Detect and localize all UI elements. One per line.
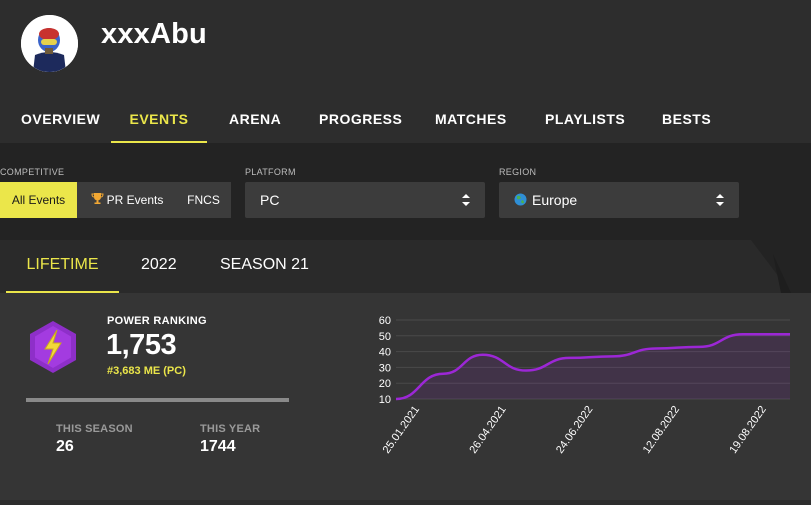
profile-header: xxxAbu OVERVIEW EVENTS ARENA PROGRESS MA… bbox=[0, 0, 811, 143]
nav-progress[interactable]: PROGRESS bbox=[319, 100, 402, 141]
nav-matches[interactable]: MATCHES bbox=[435, 100, 507, 141]
power-ranking-chart: 10 20 30 40 50 60 25.01.2021 26.04.2021 24.06.20… bbox=[340, 308, 811, 500]
platform-value: PC bbox=[260, 192, 280, 208]
nav-arena[interactable]: ARENA bbox=[229, 100, 281, 141]
filters-bar: COMPETITIVE All Events PR Events FNCS PL… bbox=[0, 143, 811, 240]
x-tick-label: 25.01.2021 bbox=[381, 404, 422, 456]
region-value: Europe bbox=[532, 192, 578, 208]
tab-lifetime[interactable]: LIFETIME bbox=[6, 240, 119, 293]
nav-bests[interactable]: BESTS bbox=[662, 100, 711, 141]
globe-icon bbox=[514, 183, 527, 219]
pr-events-button[interactable]: PR Events bbox=[83, 182, 171, 218]
y-tick-label: 30 bbox=[379, 362, 391, 374]
this-year-value: 1744 bbox=[200, 438, 236, 455]
avatar[interactable] bbox=[21, 15, 78, 72]
this-season-label: THIS SEASON bbox=[56, 423, 133, 435]
competitive-segmented-control: All Events PR Events FNCS bbox=[0, 182, 231, 218]
tab-season-21[interactable]: SEASON 21 bbox=[220, 240, 309, 291]
sort-arrows-icon bbox=[461, 193, 471, 207]
power-ranking-value: 1,753 bbox=[106, 329, 177, 361]
platform-label: PLATFORM bbox=[245, 167, 296, 177]
platform-select[interactable]: PC bbox=[245, 182, 485, 218]
nav-events[interactable]: EVENTS bbox=[111, 100, 207, 143]
this-season-value: 26 bbox=[56, 438, 74, 455]
username: xxxAbu bbox=[101, 18, 207, 50]
power-ranking-title: POWER RANKING bbox=[107, 315, 207, 327]
x-tick-label: 24.06.2022 bbox=[554, 404, 595, 456]
power-ranking-progress bbox=[26, 398, 289, 402]
region-select[interactable]: Europe bbox=[499, 182, 739, 218]
lightning-hexagon-icon bbox=[28, 320, 78, 379]
region-label: REGION bbox=[499, 167, 537, 177]
y-tick-label: 20 bbox=[379, 378, 391, 390]
power-ranking-rank: #3,683 ME (PC) bbox=[107, 365, 186, 377]
decorative-corner bbox=[751, 240, 811, 293]
pr-events-label: PR Events bbox=[106, 193, 164, 207]
y-tick-label: 50 bbox=[379, 331, 391, 343]
fncs-button[interactable]: FNCS bbox=[180, 182, 227, 218]
chart-svg: 10 20 30 40 50 60 25.01.2021 26.04.2021 24.06.20… bbox=[379, 315, 790, 456]
series-area bbox=[396, 334, 790, 399]
profile-nav: OVERVIEW EVENTS ARENA PROGRESS MATCHES P… bbox=[0, 100, 811, 143]
x-tick-label: 26.04.2021 bbox=[467, 404, 508, 456]
progress-fill bbox=[26, 398, 289, 402]
all-events-button[interactable]: All Events bbox=[0, 182, 77, 218]
x-tick-label: 19.08.2022 bbox=[727, 404, 768, 456]
tab-2022[interactable]: 2022 bbox=[141, 240, 177, 291]
trophy-icon bbox=[91, 183, 104, 219]
this-year-label: THIS YEAR bbox=[200, 423, 261, 435]
sort-arrows-icon bbox=[715, 193, 725, 207]
y-tick-label: 10 bbox=[379, 394, 391, 406]
x-tick-label: 12.08.2022 bbox=[641, 404, 682, 456]
avatar-helmet-icon bbox=[21, 15, 78, 72]
nav-overview[interactable]: OVERVIEW bbox=[21, 100, 100, 141]
nav-playlists[interactable]: PLAYLISTS bbox=[545, 100, 625, 141]
y-tick-label: 40 bbox=[379, 347, 391, 359]
competitive-label: COMPETITIVE bbox=[0, 167, 65, 177]
region-value-wrap: Europe bbox=[514, 182, 577, 219]
stats-tabs: LIFETIME 2022 SEASON 21 bbox=[0, 240, 811, 293]
y-tick-label: 60 bbox=[379, 315, 391, 327]
